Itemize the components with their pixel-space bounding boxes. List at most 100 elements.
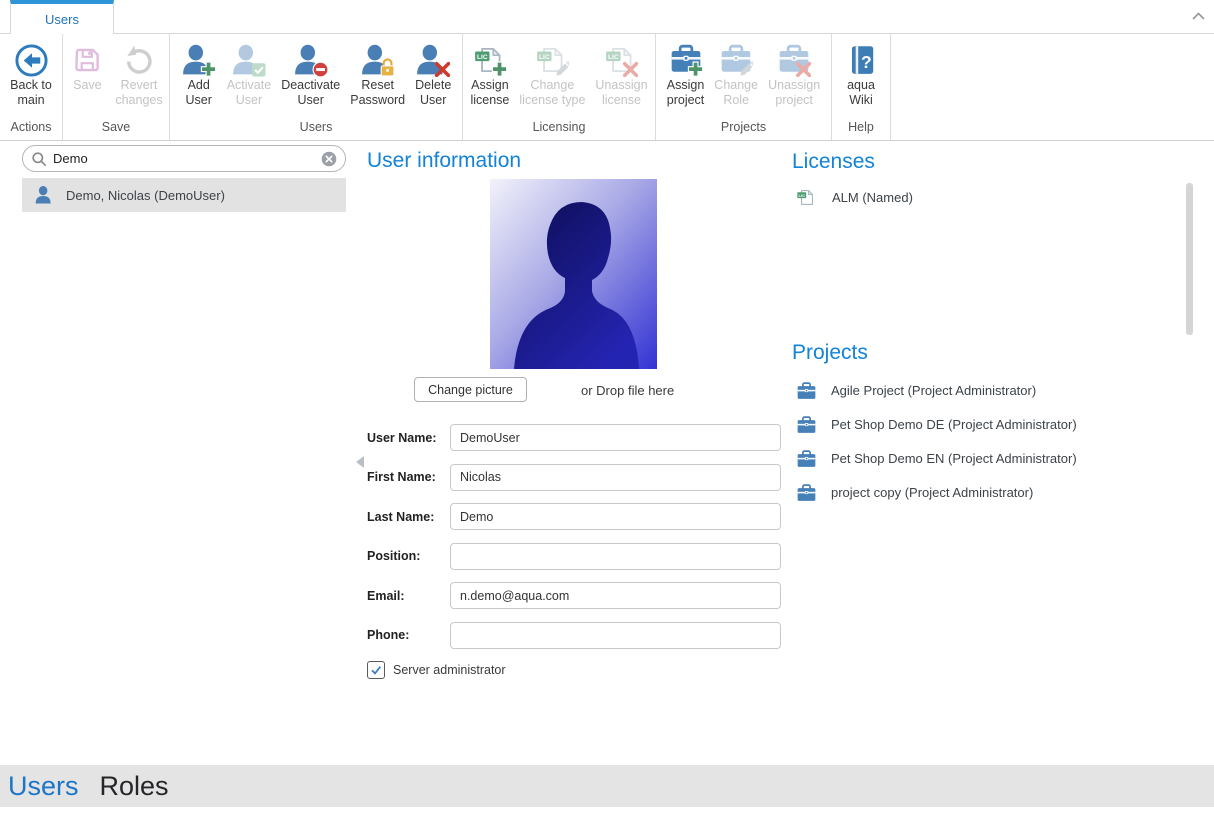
license-assign-icon — [472, 42, 508, 78]
firstname-field[interactable] — [450, 464, 781, 491]
user-delete-icon — [415, 42, 451, 78]
change-role-button: ChangeRole — [709, 40, 763, 108]
license-unassign-icon — [603, 42, 639, 78]
phone-label: Phone: — [367, 628, 450, 642]
form-row: Last Name: — [367, 503, 781, 530]
app-window: Users Back tomain — [0, 0, 1214, 813]
firstname-label: First Name: — [367, 470, 450, 484]
change-license-type-button: Changelicense type — [514, 40, 590, 108]
magnifier-icon — [31, 151, 47, 167]
wiki-book-icon: ? — [843, 42, 879, 78]
panel-collapse-handle[interactable] — [356, 456, 364, 468]
user-activate-icon — [231, 42, 267, 78]
tab-users-label: Users — [45, 12, 79, 27]
ribbon-group-actions: Back tomain Actions — [0, 34, 63, 140]
module-switcher: Users Roles — [0, 765, 1214, 807]
aqua-wiki-button[interactable]: ? aquaWiki — [838, 40, 884, 108]
form-row: User Name: — [367, 424, 781, 451]
user-list-item-label: Demo, Nicolas (DemoUser) — [66, 188, 225, 203]
username-label: User Name: — [367, 431, 450, 445]
project-list-item[interactable]: Pet Shop Demo DE (Project Administrator) — [796, 413, 1196, 436]
position-label: Position: — [367, 549, 450, 563]
username-field[interactable] — [450, 424, 781, 451]
delete-user-button[interactable]: DeleteUser — [410, 40, 456, 108]
server-administrator-label: Server administrator — [393, 663, 506, 677]
project-item-label: Pet Shop Demo EN (Project Administrator) — [831, 451, 1077, 466]
briefcase-icon — [796, 449, 817, 469]
user-form: User Name: First Name: Last Name: Positi… — [367, 424, 781, 661]
license-change-icon — [534, 42, 570, 78]
ribbon-group-label: Actions — [0, 119, 62, 140]
lastname-label: Last Name: — [367, 510, 450, 524]
ribbon-group-save: Save Revertchanges Save — [63, 34, 170, 140]
projects-list: Agile Project (Project Administrator) Pe… — [796, 379, 1196, 515]
project-item-label: project copy (Project Administrator) — [831, 485, 1033, 500]
footer-tab-users[interactable]: Users — [8, 771, 79, 802]
email-field[interactable] — [450, 582, 781, 609]
project-assign-icon — [668, 42, 704, 78]
ribbon-filler — [891, 34, 1214, 140]
unassign-project-button: Unassignproject — [763, 40, 825, 108]
ribbon-group-label: Help — [832, 119, 890, 140]
form-row: Phone: — [367, 622, 781, 649]
form-row: First Name: — [367, 464, 781, 491]
save-floppy-icon — [69, 42, 105, 78]
assign-project-button[interactable]: Assignproject — [662, 40, 710, 108]
form-row: Position: — [367, 543, 781, 570]
ribbon-group-help: ? aquaWiki Help — [832, 34, 891, 140]
phone-field[interactable] — [450, 622, 781, 649]
licenses-title: Licenses — [792, 150, 875, 174]
briefcase-icon — [796, 381, 817, 401]
form-row: Email: — [367, 582, 781, 609]
user-information-title: User information — [367, 149, 521, 173]
position-field[interactable] — [450, 543, 781, 570]
add-user-button[interactable]: AddUser — [176, 40, 222, 108]
license-list-item[interactable]: ALM (Named) — [796, 187, 913, 208]
ribbon: Back tomain Actions — [0, 33, 1214, 141]
ribbon-tab-strip: Users — [0, 0, 1214, 33]
change-picture-button[interactable]: Change picture — [414, 377, 527, 402]
briefcase-icon — [796, 483, 817, 503]
user-search-input[interactable] — [53, 151, 315, 166]
ribbon-group-projects: Assignproject ChangeRole U — [656, 34, 832, 140]
ribbon-group-users: AddUser ActivateUser Deact — [170, 34, 463, 140]
back-to-main-button[interactable]: Back tomain — [5, 40, 57, 108]
project-list-item[interactable]: Pet Shop Demo EN (Project Administrator) — [796, 447, 1196, 470]
project-unassign-icon — [776, 42, 812, 78]
ribbon-group-label: Licensing — [463, 119, 655, 140]
clear-circle-icon[interactable] — [321, 151, 337, 167]
deactivate-user-button[interactable]: DeactivateUser — [276, 40, 345, 108]
footer-tab-roles[interactable]: Roles — [100, 771, 169, 802]
save-button: Save — [64, 40, 110, 108]
project-item-label: Pet Shop Demo DE (Project Administrator) — [831, 417, 1077, 432]
drop-file-hint: or Drop file here — [581, 383, 674, 398]
server-administrator-row: Server administrator — [367, 661, 506, 679]
server-administrator-checkbox[interactable] — [367, 661, 385, 679]
chevron-up-icon — [1191, 11, 1206, 21]
revert-undo-icon — [121, 42, 157, 78]
back-arrow-icon — [13, 42, 49, 78]
lastname-field[interactable] — [450, 503, 781, 530]
project-list-item[interactable]: project copy (Project Administrator) — [796, 481, 1196, 504]
user-avatar — [490, 179, 657, 369]
ribbon-group-licensing: Assignlicense Changelicense type — [463, 34, 656, 140]
revert-changes-button: Revertchanges — [110, 40, 167, 108]
ribbon-group-label: Projects — [656, 119, 831, 140]
licenses-scrollbar-thumb[interactable] — [1186, 183, 1193, 335]
license-doc-icon — [796, 187, 817, 208]
user-reset-password-icon — [360, 42, 396, 78]
email-label: Email: — [367, 589, 450, 603]
ribbon-group-label: Save — [63, 119, 169, 140]
project-item-label: Agile Project (Project Administrator) — [831, 383, 1036, 398]
project-change-role-icon — [718, 42, 754, 78]
user-search-box — [22, 145, 346, 172]
reset-password-button[interactable]: ResetPassword — [345, 40, 410, 108]
ribbon-collapse-button[interactable] — [1188, 7, 1208, 25]
project-list-item[interactable]: Agile Project (Project Administrator) — [796, 379, 1196, 402]
assign-license-button[interactable]: Assignlicense — [465, 40, 514, 108]
license-item-label: ALM (Named) — [832, 190, 913, 205]
briefcase-icon — [796, 415, 817, 435]
user-list-item-selected[interactable]: Demo, Nicolas (DemoUser) — [22, 178, 346, 212]
user-icon — [35, 185, 55, 205]
tab-users[interactable]: Users — [10, 0, 114, 34]
